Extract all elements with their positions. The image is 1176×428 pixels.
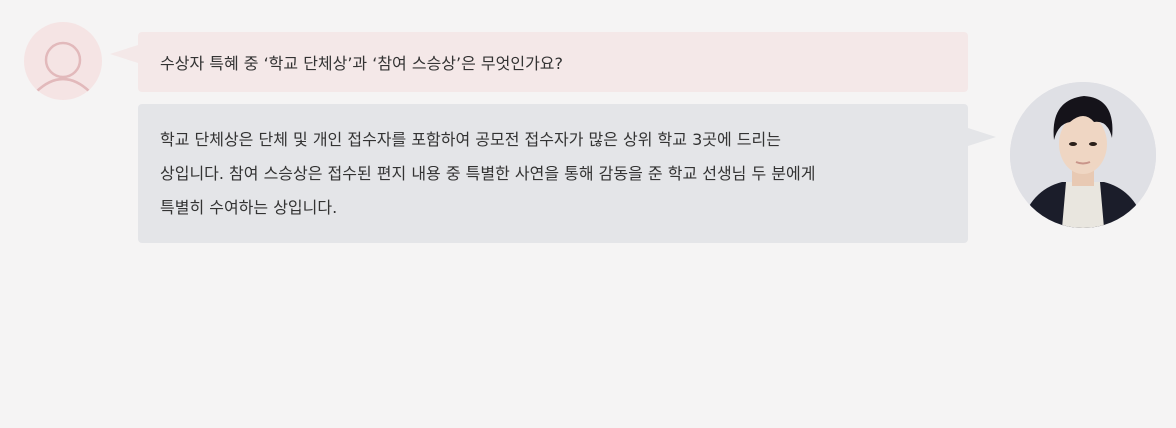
user-outline-icon bbox=[35, 41, 91, 93]
profile-photo bbox=[1010, 82, 1156, 228]
guest-avatar bbox=[1010, 82, 1156, 228]
question-bubble: 수상자 특혜 중 ‘학교 단체상’과 ‘참여 스승상’은 무엇인가요? bbox=[110, 32, 968, 92]
user-avatar bbox=[24, 22, 102, 100]
question-text: 수상자 특혜 중 ‘학교 단체상’과 ‘참여 스승상’은 무엇인가요? bbox=[160, 54, 563, 73]
answer-bubble: 학교 단체상은 단체 및 개인 접수자를 포함하여 공모전 접수자가 많은 상위… bbox=[138, 104, 996, 243]
answer-line-2: 상입니다. 참여 스승상은 접수된 편지 내용 중 특별한 사연을 통해 감동을… bbox=[160, 164, 816, 183]
answer-line-3: 특별히 수여하는 상입니다. bbox=[160, 198, 338, 217]
answer-line-1: 학교 단체상은 단체 및 개인 접수자를 포함하여 공모전 접수자가 많은 상위… bbox=[160, 130, 781, 149]
